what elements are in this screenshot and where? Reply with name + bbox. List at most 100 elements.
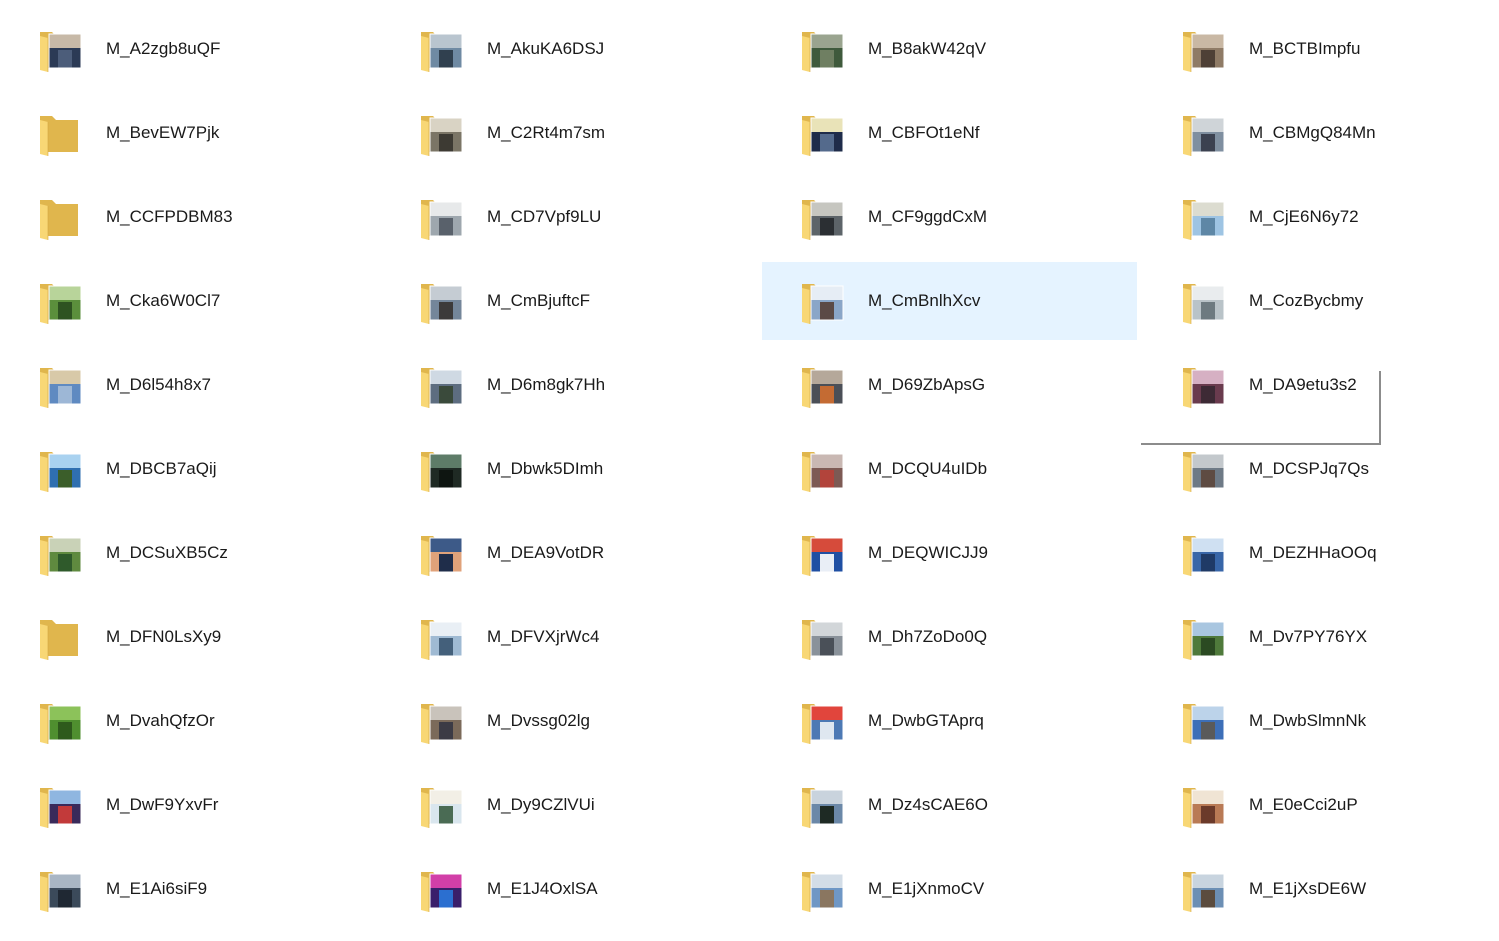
folder-icon-graphic bbox=[40, 368, 82, 408]
folder-item[interactable]: M_DCSPJq7Qs bbox=[1143, 430, 1499, 508]
folder-icon bbox=[798, 360, 848, 410]
folder-item[interactable]: M_DEZHHaOOq bbox=[1143, 514, 1499, 592]
folder-icon bbox=[417, 24, 467, 74]
folder-item[interactable]: M_CCFPDBM83 bbox=[0, 178, 375, 256]
folder-item[interactable]: M_A2zgb8uQF bbox=[0, 10, 375, 88]
folder-name-label: M_D6l54h8x7 bbox=[106, 375, 211, 394]
folder-item[interactable]: M_DFVXjrWc4 bbox=[381, 598, 756, 676]
folder-icon-graphic bbox=[40, 620, 78, 660]
folder-icon bbox=[798, 612, 848, 662]
folder-icon-graphic bbox=[1183, 536, 1225, 576]
folder-item[interactable]: M_DwF9YxvFr bbox=[0, 766, 375, 844]
folder-icon bbox=[417, 612, 467, 662]
folder-item[interactable]: M_DwbSlmnNk bbox=[1143, 682, 1499, 760]
folder-item[interactable]: M_DvahQfzOr bbox=[0, 682, 375, 760]
folder-item[interactable]: M_D6l54h8x7 bbox=[0, 346, 375, 424]
folder-item[interactable]: M_BCTBImpfu bbox=[1143, 10, 1499, 88]
folder-name-label: M_E1J4OxlSA bbox=[487, 879, 598, 898]
folder-item[interactable]: M_Dh7ZoDo0Q bbox=[762, 598, 1137, 676]
folder-icon-graphic bbox=[40, 536, 82, 576]
folder-item[interactable]: M_Dv7PY76YX bbox=[1143, 598, 1499, 676]
folder-item[interactable]: M_CmBnlhXcv bbox=[762, 262, 1137, 340]
folder-icon bbox=[36, 528, 86, 578]
folder-icon-graphic bbox=[421, 872, 463, 912]
folder-item[interactable]: M_D69ZbApsG bbox=[762, 346, 1137, 424]
folder-name-label: M_Dz4sCAE6O bbox=[868, 795, 988, 814]
folder-icon-graphic bbox=[802, 620, 844, 660]
folder-item[interactable]: M_DBCB7aQij bbox=[0, 430, 375, 508]
folder-item[interactable]: M_DwbGTAprq bbox=[762, 682, 1137, 760]
folder-name-label: M_DwF9YxvFr bbox=[106, 795, 219, 814]
folder-icon bbox=[417, 864, 467, 914]
folder-icon bbox=[417, 192, 467, 242]
folder-name-label: M_DwbSlmnNk bbox=[1249, 711, 1367, 730]
folder-icon bbox=[1179, 612, 1229, 662]
folder-item[interactable]: M_DCQU4uIDb bbox=[762, 430, 1137, 508]
folder-item[interactable]: M_AkuKA6DSJ bbox=[381, 10, 756, 88]
folder-icon bbox=[417, 444, 467, 494]
folder-icon bbox=[417, 360, 467, 410]
folder-item[interactable]: M_E1J4OxlSA bbox=[381, 850, 756, 928]
folder-icon bbox=[1179, 192, 1229, 242]
folder-name-label: M_C2Rt4m7sm bbox=[487, 123, 606, 142]
folder-item[interactable]: M_D6m8gk7Hh bbox=[381, 346, 756, 424]
folder-item[interactable]: M_E0eCci2uP bbox=[1143, 766, 1499, 844]
folder-item[interactable]: M_Dz4sCAE6O bbox=[762, 766, 1137, 844]
folder-item[interactable]: M_Dy9CZlVUi bbox=[381, 766, 756, 844]
folder-item[interactable]: M_B8akW42qV bbox=[762, 10, 1137, 88]
folder-item[interactable]: M_Dvssg02lg bbox=[381, 682, 756, 760]
folder-name-label: M_Dh7ZoDo0Q bbox=[868, 627, 988, 646]
folder-item[interactable]: M_CBMgQ84Mn bbox=[1143, 94, 1499, 172]
folder-icon-graphic bbox=[40, 704, 82, 744]
folder-name-label: M_DCSPJq7Qs bbox=[1249, 459, 1369, 478]
folder-item[interactable]: M_CmBjuftcF bbox=[381, 262, 756, 340]
folder-item[interactable]: M_DFN0LsXy9 bbox=[0, 598, 375, 676]
folder-name-label: M_Dbwk5DImh bbox=[487, 459, 604, 478]
folder-item[interactable]: M_E1jXnmoCV bbox=[762, 850, 1137, 928]
folder-item[interactable]: M_E1jXsDE6W bbox=[1143, 850, 1499, 928]
folder-name-label: M_CmBnlhXcv bbox=[868, 291, 981, 310]
folder-icon-graphic bbox=[802, 872, 844, 912]
folder-icon bbox=[1179, 108, 1229, 158]
folder-item[interactable]: M_E1Ai6siF9 bbox=[0, 850, 375, 928]
folder-icon bbox=[417, 780, 467, 830]
folder-icon bbox=[36, 108, 86, 158]
folder-name-label: M_DBCB7aQij bbox=[106, 459, 217, 478]
folder-icon bbox=[417, 276, 467, 326]
folder-icon-graphic bbox=[802, 32, 844, 72]
folder-icon-graphic bbox=[421, 200, 463, 240]
folder-item[interactable]: M_DCSuXB5Cz bbox=[0, 514, 375, 592]
folder-icon bbox=[1179, 864, 1229, 914]
folder-item[interactable]: M_DA9etu3s2 bbox=[1143, 346, 1499, 424]
folder-name-label: M_DCSuXB5Cz bbox=[106, 543, 228, 562]
folder-item[interactable]: M_BevEW7Pjk bbox=[0, 94, 375, 172]
folder-icon bbox=[798, 24, 848, 74]
folder-item[interactable]: M_C2Rt4m7sm bbox=[381, 94, 756, 172]
folder-name-label: M_CBMgQ84Mn bbox=[1249, 123, 1376, 142]
folder-item[interactable]: M_Dbwk5DImh bbox=[381, 430, 756, 508]
folder-icon bbox=[36, 864, 86, 914]
folder-item[interactable]: M_CozBycbmy bbox=[1143, 262, 1499, 340]
folder-icon bbox=[798, 696, 848, 746]
folder-item[interactable]: M_CD7Vpf9LU bbox=[381, 178, 756, 256]
folder-icon-graphic bbox=[421, 788, 463, 828]
folder-item[interactable]: M_CF9ggdCxM bbox=[762, 178, 1137, 256]
folder-icon bbox=[1179, 780, 1229, 830]
folder-name-label: M_A2zgb8uQF bbox=[106, 39, 221, 58]
folder-icon-graphic bbox=[40, 788, 82, 828]
folder-icon-graphic bbox=[802, 452, 844, 492]
folder-name-label: M_CjE6N6y72 bbox=[1249, 207, 1359, 226]
folder-item[interactable]: M_Cka6W0Cl7 bbox=[0, 262, 375, 340]
folder-icon bbox=[798, 192, 848, 242]
folder-icon bbox=[1179, 360, 1229, 410]
folder-icon bbox=[36, 192, 86, 242]
folder-name-label: M_DvahQfzOr bbox=[106, 711, 215, 730]
folder-item[interactable]: M_CBFOt1eNf bbox=[762, 94, 1137, 172]
folder-name-label: M_BCTBImpfu bbox=[1249, 39, 1361, 58]
folder-name-label: M_CozBycbmy bbox=[1249, 291, 1364, 310]
folder-item[interactable]: M_DEQWICJJ9 bbox=[762, 514, 1137, 592]
folder-name-label: M_Dv7PY76YX bbox=[1249, 627, 1368, 646]
folder-item[interactable]: M_CjE6N6y72 bbox=[1143, 178, 1499, 256]
folder-item[interactable]: M_DEA9VotDR bbox=[381, 514, 756, 592]
folder-icon bbox=[1179, 696, 1229, 746]
